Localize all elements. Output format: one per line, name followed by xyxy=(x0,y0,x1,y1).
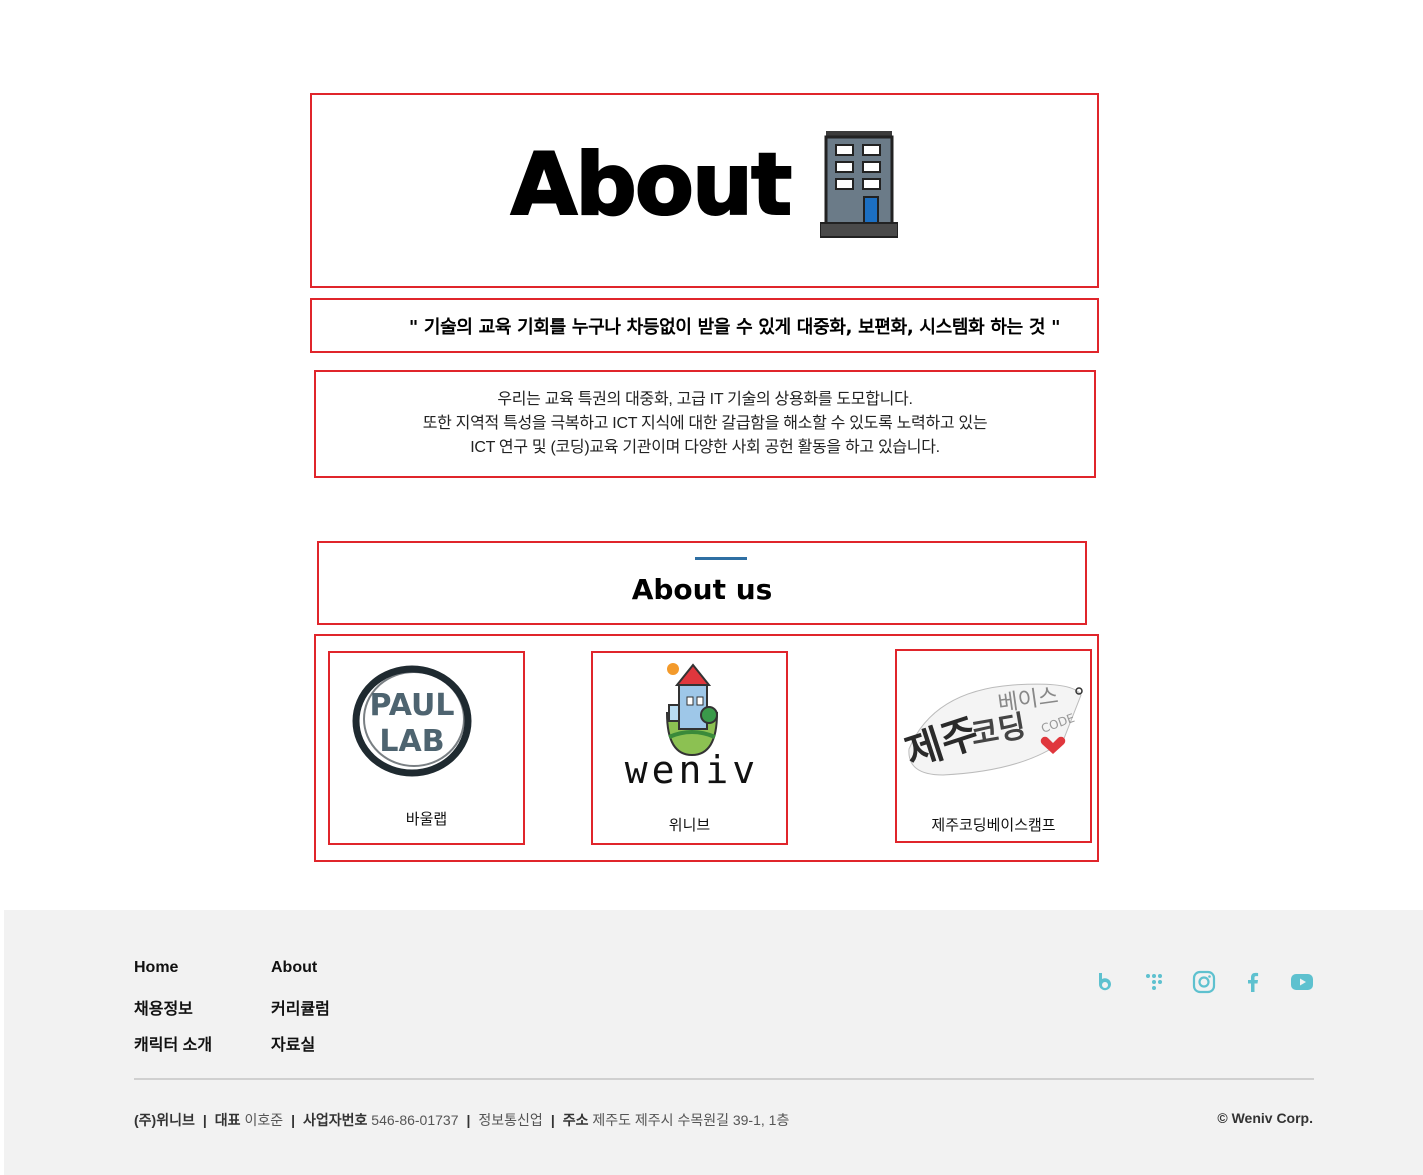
page-title: About xyxy=(510,134,794,236)
partner-card-jeju[interactable]: 제주 코딩 베이스 CODE 제주코딩베이스캠프 xyxy=(895,649,1092,843)
instagram-icon[interactable] xyxy=(1191,969,1217,995)
address: 제주도 제주시 수목원길 39-1, 1층 xyxy=(592,1112,790,1128)
youtube-icon[interactable] xyxy=(1289,969,1315,995)
blog-icon[interactable] xyxy=(1092,969,1118,995)
copyright: © Weniv Corp. xyxy=(1217,1110,1313,1126)
svg-text:weniv: weniv xyxy=(625,748,759,789)
about-us-heading-box: About us xyxy=(317,541,1087,625)
ceo-label: 대표 xyxy=(214,1112,241,1128)
company-name: (주)위니브 xyxy=(134,1112,195,1128)
footer-link-about[interactable]: About xyxy=(271,959,317,977)
description-line: ICT 연구 및 (코딩)교육 기관이며 다양한 사회 공헌 활동을 하고 있습… xyxy=(470,439,940,456)
footer-divider xyxy=(134,1078,1314,1080)
footer-link-home[interactable]: Home xyxy=(134,959,178,977)
weniv-dots-icon[interactable] xyxy=(1141,969,1167,995)
partner-card-paullab[interactable]: PAUL LAB 바울랩 xyxy=(328,651,525,845)
footer-link-curriculum[interactable]: 커리큘럼 xyxy=(271,995,330,1019)
description-line: 우리는 교육 특권의 대중화, 고급 IT 기술의 상용화를 도모합니다. xyxy=(497,391,913,408)
partner-name: 바울랩 xyxy=(405,811,448,828)
industry: 정보통신업 xyxy=(478,1112,543,1128)
slogan-text: " 기술의 교육 기회를 누구나 차등없이 받을 수 있게 대중화, 보편화, … xyxy=(408,316,1061,338)
jeju-coding-basecamp-logo: 제주 코딩 베이스 CODE xyxy=(903,683,1083,777)
partners-box: PAUL LAB 바울랩 weniv 위니브 제주 코딩 베이스 CODE 제주… xyxy=(314,634,1099,862)
footer: Home 채용정보 캐릭터 소개 About 커리큘럼 자료실 (주)위니브 | 대… xyxy=(4,910,1423,1175)
slogan-box: " 기술의 교육 기회를 누구나 차등없이 받을 수 있게 대중화, 보편화, … xyxy=(310,298,1099,353)
about-title-box: About xyxy=(310,93,1099,288)
svg-text:PAUL: PAUL xyxy=(369,688,454,723)
biz-number: 546-86-01737 xyxy=(371,1112,459,1128)
office-building-icon xyxy=(820,130,899,238)
address-label: 주소 xyxy=(562,1112,589,1128)
partner-name: 위니브 xyxy=(668,817,711,834)
footer-link-characters[interactable]: 캐릭터 소개 xyxy=(134,1031,212,1055)
partner-card-weniv[interactable]: weniv 위니브 xyxy=(591,651,788,845)
svg-text:LAB: LAB xyxy=(379,724,444,759)
paullab-logo: PAUL LAB xyxy=(352,665,472,777)
facebook-icon[interactable] xyxy=(1240,969,1266,995)
about-us-title: About us xyxy=(631,573,773,606)
heading-accent-bar xyxy=(695,557,747,560)
company-info: (주)위니브 | 대표 이호준 | 사업자번호 546-86-01737 | 정보통신업 | 주… xyxy=(134,1112,790,1128)
weniv-logo: weniv xyxy=(625,663,759,789)
description-box: 우리는 교육 특권의 대중화, 고급 IT 기술의 상용화를 도모합니다. 또한… xyxy=(314,370,1096,478)
ceo-name: 이호준 xyxy=(244,1112,284,1128)
biz-number-label: 사업자번호 xyxy=(303,1112,368,1128)
partner-name: 제주코딩베이스캠프 xyxy=(931,817,1056,834)
description-line: 또한 지역적 특성을 극복하고 ICT 지식에 대한 갈급함을 해소할 수 있도… xyxy=(422,415,988,432)
footer-link-library[interactable]: 자료실 xyxy=(271,1031,315,1055)
footer-link-jobs[interactable]: 채용정보 xyxy=(134,995,193,1019)
